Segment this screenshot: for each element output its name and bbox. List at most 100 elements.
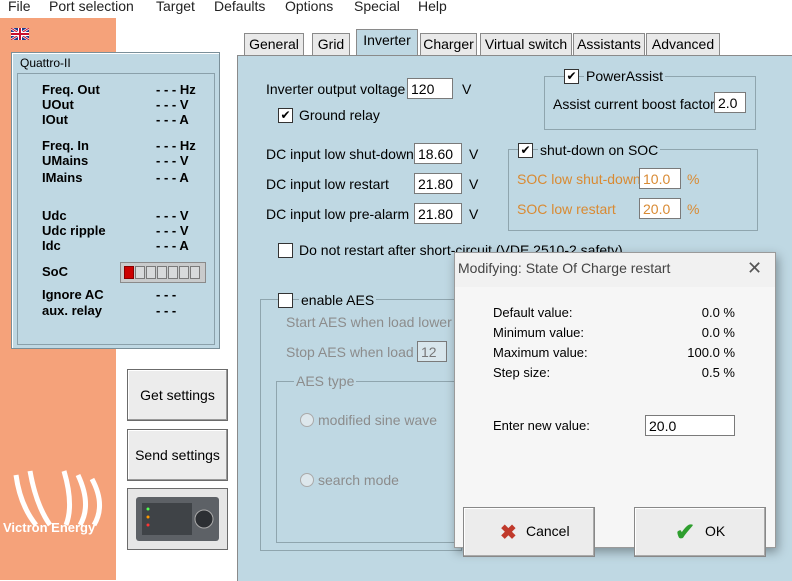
soc-shutdown-group xyxy=(508,149,758,231)
cancel-label: Cancel xyxy=(526,523,570,539)
get-settings-button[interactable]: Get settings xyxy=(127,369,228,421)
enable-aes-checkbox[interactable] xyxy=(278,293,293,308)
soc-cell xyxy=(135,266,145,279)
ok-button[interactable]: ✔ OK xyxy=(634,507,766,557)
boost-factor-label: Assist current boost factor xyxy=(553,96,715,112)
default-value: 0.0 % xyxy=(701,305,735,320)
device-title: Quattro-II xyxy=(20,56,71,70)
soc-low-restart-input[interactable]: 20.0 xyxy=(639,198,681,219)
soc-cell xyxy=(190,266,200,279)
modified-sine-radio[interactable] xyxy=(300,413,314,427)
menu-defaults[interactable]: Defaults xyxy=(214,0,265,14)
search-mode-radio[interactable] xyxy=(300,473,314,487)
soc-cell xyxy=(179,266,189,279)
status-value-udc: - - - V xyxy=(156,208,189,223)
tab-inverter[interactable]: Inverter xyxy=(356,29,418,56)
ok-label: OK xyxy=(705,523,726,539)
dc-restart-input[interactable]: 21.80 xyxy=(414,173,462,194)
cancel-button[interactable]: ✖ Cancel xyxy=(463,507,595,557)
maximum-value-label: Maximum value: xyxy=(493,345,588,360)
menu-target[interactable]: Target xyxy=(156,0,195,14)
modified-sine-label: modified sine wave xyxy=(318,412,438,428)
dc-prealarm-input[interactable]: 21.80 xyxy=(414,203,462,224)
status-value-iout: - - - A xyxy=(156,112,189,127)
checkmark-icon: ✔ xyxy=(675,519,696,546)
tab-virtual-switch[interactable]: Virtual switch xyxy=(480,33,572,55)
tab-grid[interactable]: Grid xyxy=(312,33,350,55)
menu-special[interactable]: Special xyxy=(354,0,400,14)
search-mode-label: search mode xyxy=(318,472,399,488)
output-voltage-input[interactable]: 120 xyxy=(407,78,453,99)
soc-low-shutdown-input[interactable]: 10.0 xyxy=(639,168,681,189)
aes-type-group xyxy=(276,381,458,543)
no-restart-checkbox[interactable] xyxy=(278,243,293,258)
soc-cell xyxy=(146,266,156,279)
tab-assistants[interactable]: Assistants xyxy=(573,33,645,55)
status-label-soc: SoC xyxy=(42,264,68,279)
stop-aes-input[interactable]: 12 xyxy=(417,341,447,362)
status-value-udc-ripple: - - - V xyxy=(156,223,189,238)
status-value-uout: - - - V xyxy=(156,97,189,112)
status-label-freq-out: Freq. Out xyxy=(42,82,100,97)
dc-prealarm-unit: V xyxy=(469,206,479,222)
soc-low-restart-unit: % xyxy=(687,201,700,217)
ground-relay-checkbox[interactable]: ✔ xyxy=(278,108,293,123)
soc-cell xyxy=(168,266,178,279)
control-panel-image[interactable] xyxy=(127,488,228,550)
menu-file[interactable]: File xyxy=(8,0,31,14)
dialog-title: Modifying: State Of Charge restart xyxy=(458,260,671,276)
dc-shutdown-input[interactable]: 18.60 xyxy=(414,143,462,164)
status-label-uout: UOut xyxy=(42,97,74,112)
status-value-freq-out: - - - Hz xyxy=(156,82,196,97)
status-label-ignore-ac: Ignore AC xyxy=(42,287,104,302)
status-label-udc: Udc xyxy=(42,208,67,223)
menu-help[interactable]: Help xyxy=(418,0,447,14)
uk-flag-icon[interactable] xyxy=(11,28,29,40)
default-value-label: Default value: xyxy=(493,305,573,320)
aes-type-label: AES type xyxy=(294,373,357,389)
dc-shutdown-label: DC input low shut-down xyxy=(266,146,414,162)
remote-panel-icon xyxy=(136,497,219,541)
menu-options[interactable]: Options xyxy=(285,0,333,14)
status-value-ignore-ac: - - - xyxy=(156,287,177,302)
tab-general[interactable]: General xyxy=(244,33,304,55)
status-value-aux-relay: - - - xyxy=(156,303,177,318)
soc-shutdown-label: shut-down on SOC xyxy=(538,142,661,158)
status-label-umains: UMains xyxy=(42,153,89,168)
minimum-value-label: Minimum value: xyxy=(493,325,585,340)
dc-restart-unit: V xyxy=(469,176,479,192)
maximum-value: 100.0 % xyxy=(687,345,735,360)
boost-factor-input[interactable]: 2.0 xyxy=(714,92,746,113)
ground-relay-label: Ground relay xyxy=(299,107,380,123)
modify-value-dialog: Modifying: State Of Charge restart ✕ Def… xyxy=(454,252,776,557)
enter-value-label: Enter new value: xyxy=(493,418,590,433)
status-label-idc: Idc xyxy=(42,238,61,253)
powerassist-checkbox[interactable]: ✔ xyxy=(564,69,579,84)
status-label-freq-in: Freq. In xyxy=(42,138,89,153)
cancel-icon: ✖ xyxy=(500,522,517,544)
device-status-panel: Quattro-II Freq. Out - - - Hz UOut - - -… xyxy=(11,52,220,349)
menu-port-selection[interactable]: Port selection xyxy=(49,0,134,14)
close-icon[interactable]: ✕ xyxy=(747,258,762,279)
status-label-imains: IMains xyxy=(42,170,83,185)
output-voltage-label: Inverter output voltage xyxy=(266,81,406,97)
stop-aes-label: Stop AES when load xyxy=(286,344,414,360)
new-value-input[interactable]: 20.0 xyxy=(645,415,735,436)
dc-prealarm-label: DC input low pre-alarm xyxy=(266,206,410,222)
status-value-imains: - - - A xyxy=(156,170,189,185)
send-settings-button[interactable]: Send settings xyxy=(127,429,228,481)
soc-low-shutdown-unit: % xyxy=(687,171,700,187)
soc-cell xyxy=(157,266,167,279)
status-value-freq-in: - - - Hz xyxy=(156,138,196,153)
soc-low-shutdown-label: SOC low shut-down xyxy=(517,171,641,187)
dc-restart-label: DC input low restart xyxy=(266,176,389,192)
step-size-label: Step size: xyxy=(493,365,551,380)
tab-advanced[interactable]: Advanced xyxy=(646,33,720,55)
soc-indicator xyxy=(120,262,206,283)
tab-charger[interactable]: Charger xyxy=(420,33,477,55)
minimum-value: 0.0 % xyxy=(701,325,735,340)
status-value-umains: - - - V xyxy=(156,153,189,168)
status-label-udc-ripple: Udc ripple xyxy=(42,223,106,238)
dialog-body: Default value: 0.0 % Minimum value: 0.0 … xyxy=(455,287,775,557)
soc-shutdown-checkbox[interactable]: ✔ xyxy=(518,143,533,158)
